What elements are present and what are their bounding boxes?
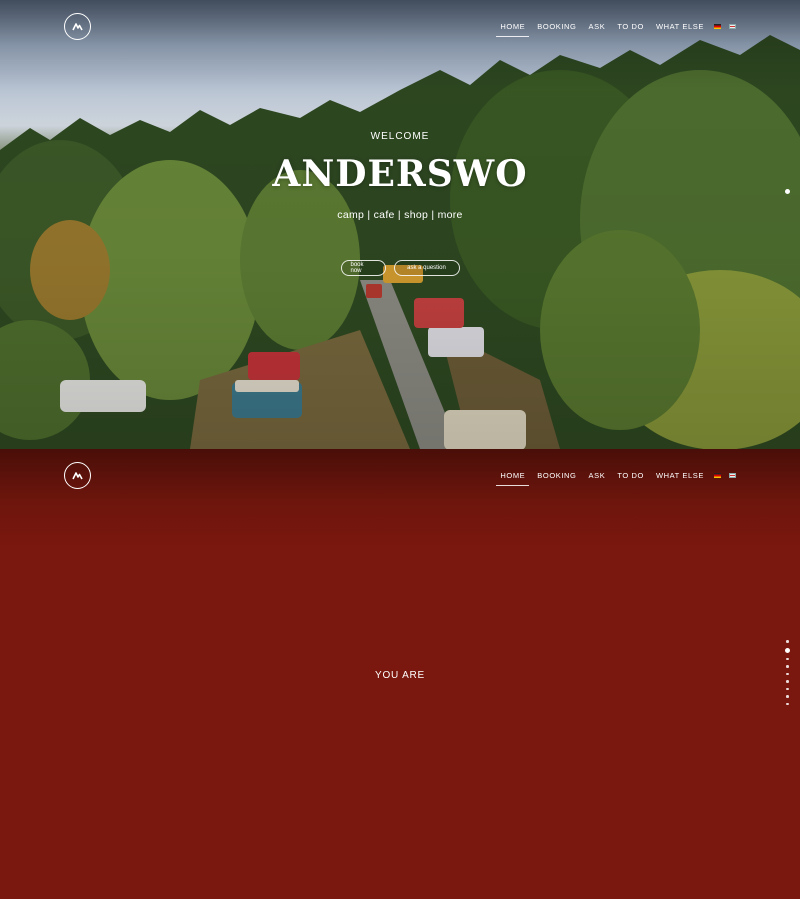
main-menu: HOME BOOKING ASK TO DO WHAT ELSE [496,22,736,37]
ask-question-button[interactable]: ask a question [393,260,460,276]
section-page-dots [785,640,790,705]
nav-home[interactable]: HOME [496,22,530,37]
page-dot[interactable] [786,702,789,705]
nav-to-do[interactable]: TO DO [615,471,646,486]
page-dot[interactable] [785,647,790,653]
page-dot[interactable] [786,672,789,675]
english-flag-icon[interactable] [729,473,736,478]
nav-ask[interactable]: ASK [587,22,608,37]
top-navigation: HOME BOOKING ASK TO DO WHAT ELSE [0,0,800,60]
site-title: ANDERSWO [272,153,528,195]
nav-what-else[interactable]: WHAT ELSE [654,22,706,37]
logo-icon[interactable] [64,13,91,40]
welcome-label: WELCOME [370,131,430,142]
hero-page-dots [785,189,790,194]
logo-icon[interactable] [64,462,91,489]
page-dot[interactable] [785,189,790,194]
you-are-section: HOME BOOKING ASK TO DO WHAT ELSE YOU ARE [0,449,800,899]
english-flag-icon[interactable] [729,24,736,29]
german-flag-icon[interactable] [714,473,721,478]
page-dot[interactable] [786,687,789,690]
page-dot[interactable] [786,695,789,698]
sticky-navigation: HOME BOOKING ASK TO DO WHAT ELSE [0,449,800,509]
hero-overlay [0,0,800,449]
page-dot[interactable] [786,665,789,668]
tagline: camp | cafe | shop | more [337,209,463,221]
book-now-button[interactable]: book now [340,260,386,276]
nav-to-do[interactable]: TO DO [615,22,646,37]
main-menu: HOME BOOKING ASK TO DO WHAT ELSE [496,471,736,486]
page-dot[interactable] [786,680,789,683]
page-dot[interactable] [786,640,789,643]
nav-booking[interactable]: BOOKING [535,22,578,37]
hero-section: HOME BOOKING ASK TO DO WHAT ELSE WELCOME… [0,0,800,449]
nav-home[interactable]: HOME [496,471,530,486]
page-dot[interactable] [786,657,789,660]
you-are-heading: YOU ARE [374,670,426,681]
nav-booking[interactable]: BOOKING [535,471,578,486]
hero-actions: book now ask a question [0,260,800,276]
nav-ask[interactable]: ASK [587,471,608,486]
german-flag-icon[interactable] [714,24,721,29]
nav-what-else[interactable]: WHAT ELSE [654,471,706,486]
